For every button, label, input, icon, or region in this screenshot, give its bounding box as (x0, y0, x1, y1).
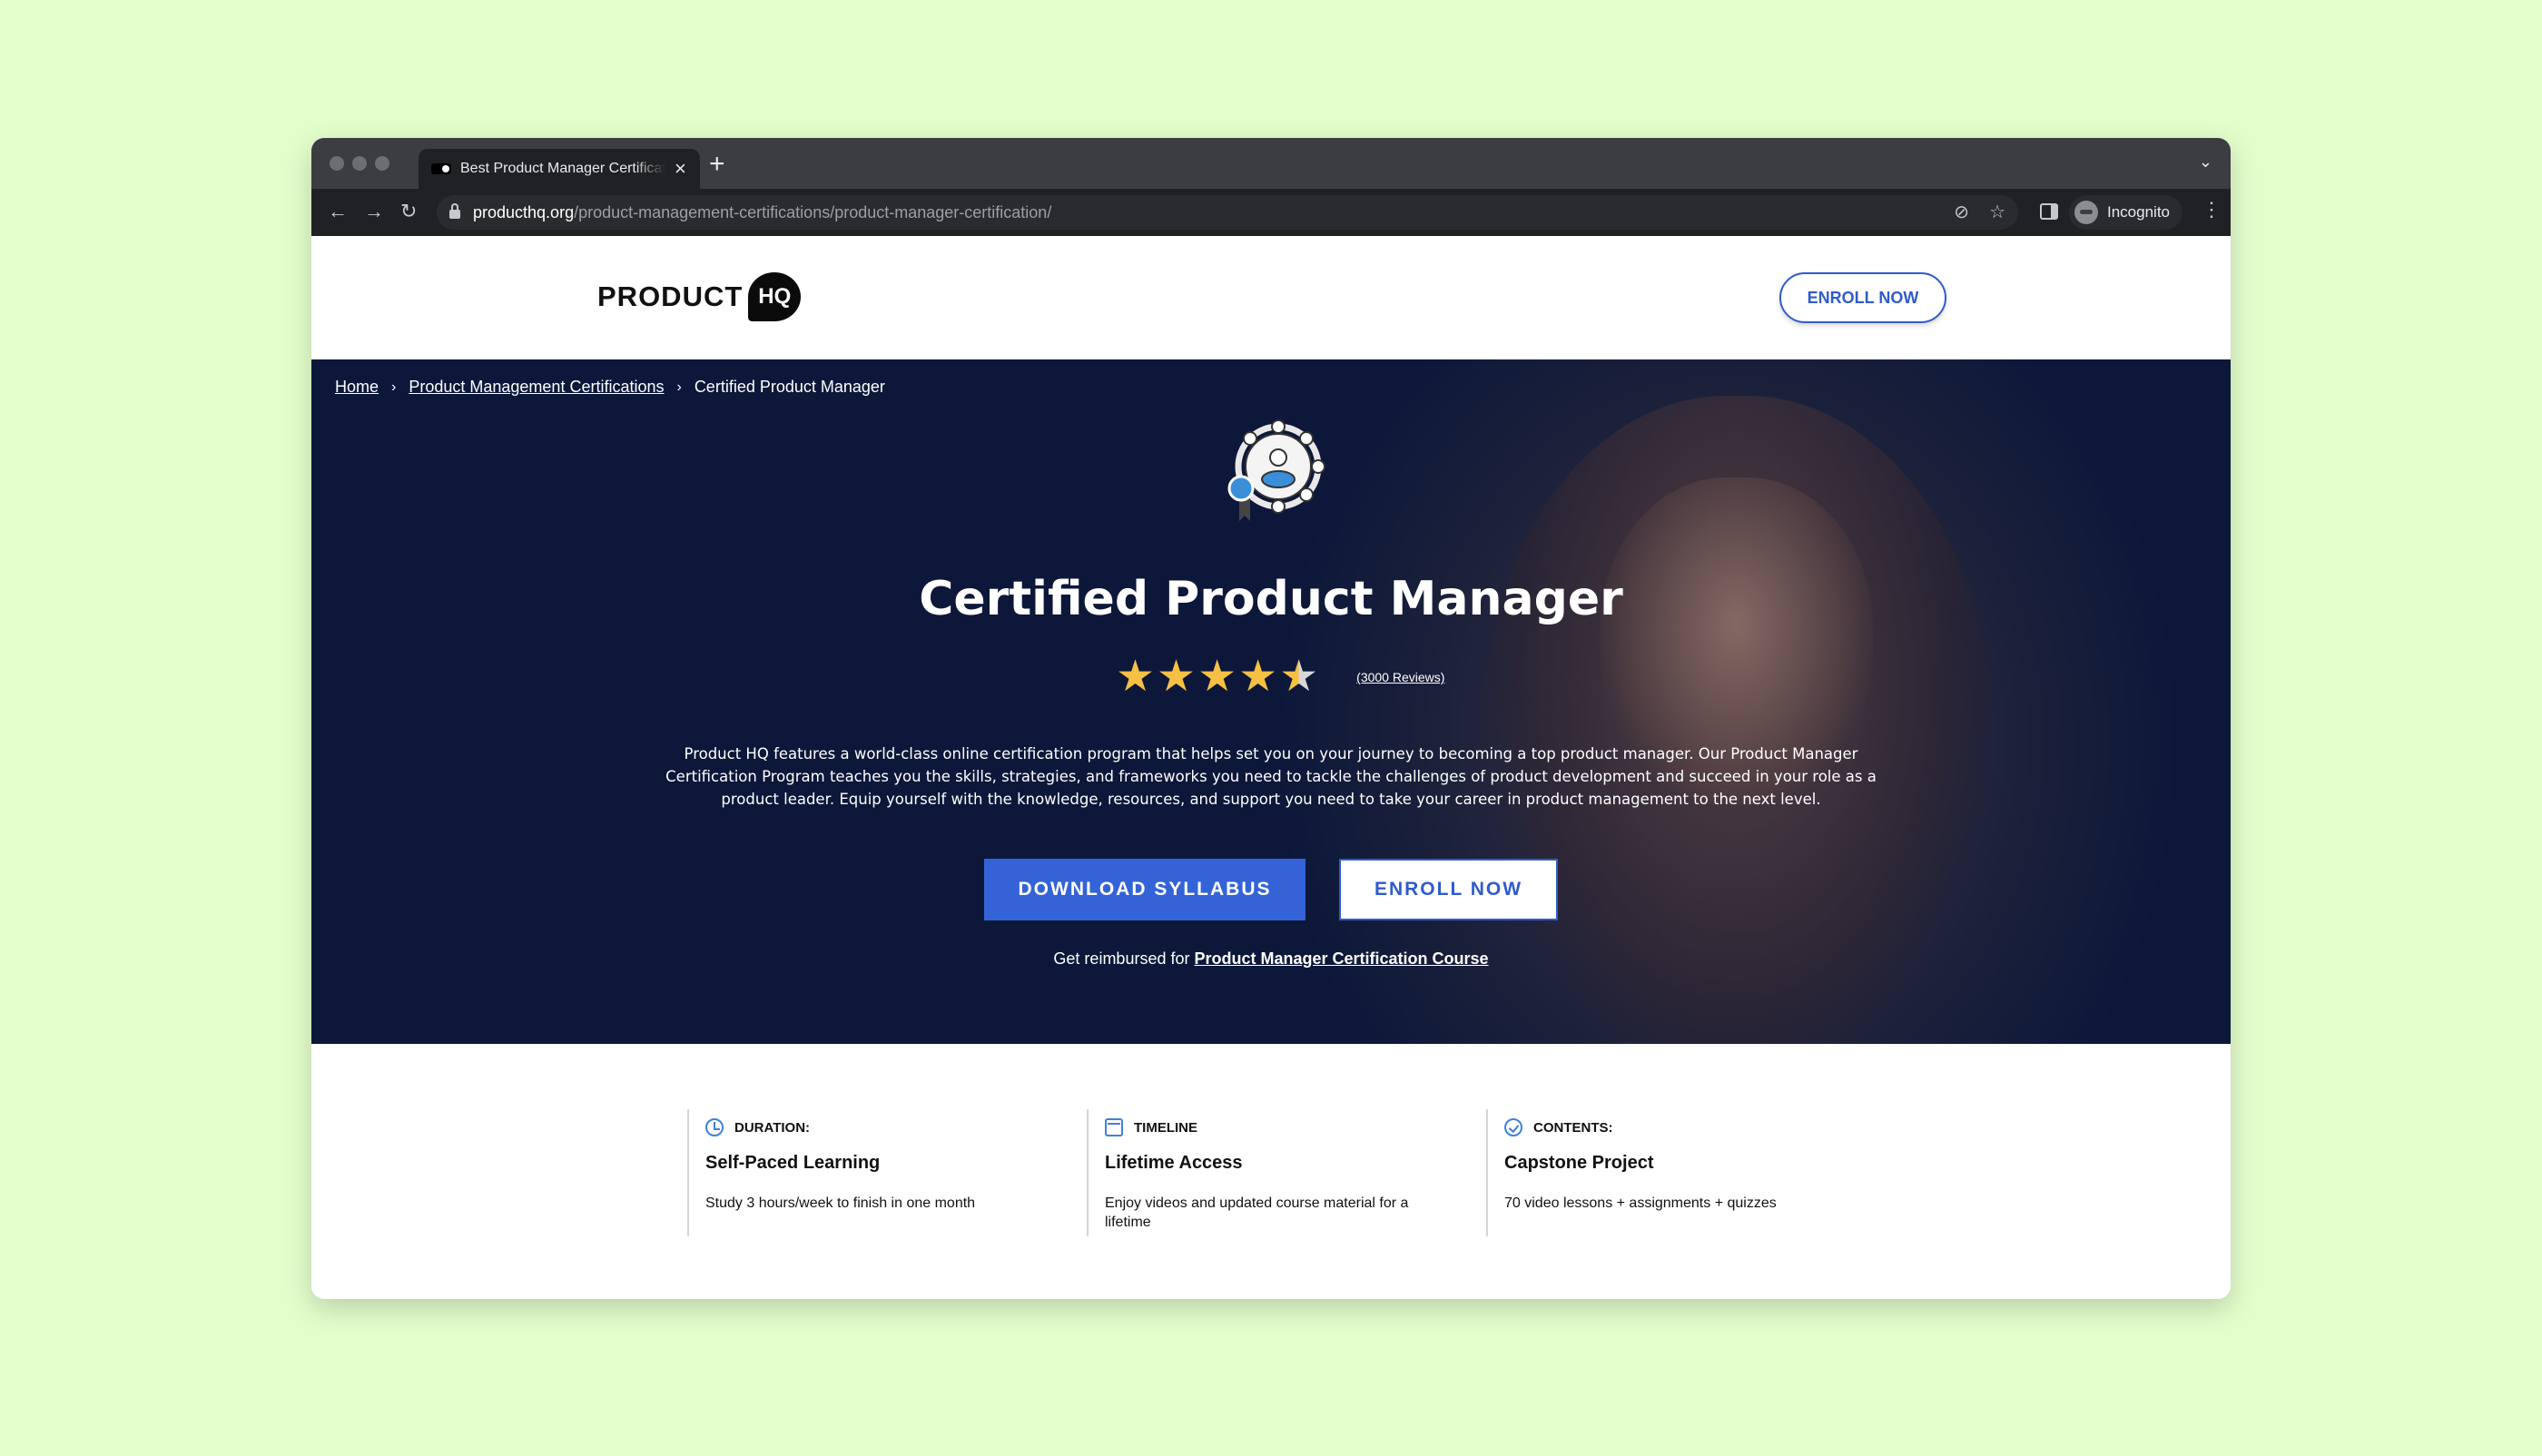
breadcrumb-separator: › (391, 379, 397, 395)
page-content: PRODUCT HQ ENROLL NOW Home › Product Man… (311, 236, 2231, 1299)
breadcrumb-current: Certified Product Manager (694, 378, 885, 396)
feature-description: Enjoy videos and updated course material… (1105, 1195, 1409, 1230)
profile-button[interactable]: Incognito (2069, 195, 2182, 230)
favicon-icon (431, 163, 451, 174)
star-icon: ★ (1238, 653, 1278, 701)
star-rating: ★ ★ ★ ★ ★ (3000 Reviews) (1116, 655, 1444, 699)
profile-label: Incognito (2107, 203, 2170, 221)
incognito-icon (2074, 201, 2098, 224)
feature-description: Study 3 hours/week to finish in one mont… (705, 1195, 976, 1211)
check-circle-icon (1504, 1118, 1522, 1136)
reviews-link[interactable]: (3000 Reviews) (1356, 670, 1444, 684)
back-button[interactable]: ← (328, 200, 348, 223)
breadcrumb: Home › Product Management Certifications… (335, 378, 885, 397)
reimbursement-note: Get reimbursed for Product Manager Certi… (311, 949, 2231, 969)
breadcrumb-home[interactable]: Home (335, 378, 379, 397)
calendar-icon (1105, 1118, 1123, 1136)
close-window-dot[interactable] (330, 156, 344, 171)
logo-text: PRODUCT (597, 280, 744, 312)
breadcrumb-separator: › (676, 379, 682, 395)
feature-title: Self-Paced Learning (705, 1153, 881, 1173)
tab-bar: Best Product Manager Certification × + ⌄ (311, 138, 2231, 189)
feature-heading: CONTENTS: (1533, 1119, 1613, 1136)
feature-heading: DURATION: (734, 1119, 811, 1136)
star-icon: ★ (1116, 653, 1156, 701)
address-bar[interactable]: producthq.org/product-management-certifi… (437, 195, 2018, 230)
feature-title: Lifetime Access (1105, 1153, 1243, 1173)
star-icon[interactable]: ☆ (1989, 201, 2005, 223)
certification-badge-icon (1227, 419, 1325, 521)
reimburse-prefix: Get reimbursed for (1053, 949, 1190, 968)
tab-search-icon[interactable]: ⌄ (2199, 152, 2212, 172)
browser-toolbar: ← → ↻ producthq.org/product-management-c… (311, 189, 2231, 236)
star-icon: ★ (1157, 653, 1197, 701)
clock-icon (705, 1118, 724, 1136)
maximize-window-dot[interactable] (375, 156, 389, 171)
download-syllabus-button[interactable]: DOWNLOAD SYLLABUS (984, 859, 1305, 920)
header-enroll-button[interactable]: ENROLL NOW (1779, 272, 1946, 323)
breadcrumb-certifications[interactable]: Product Management Certifications (409, 378, 664, 397)
hero-enroll-button[interactable]: ENROLL NOW (1339, 859, 1558, 920)
tab-title: Best Product Manager Certification (460, 161, 665, 176)
side-panel-icon[interactable] (2040, 203, 2058, 220)
logo-badge: HQ (748, 272, 802, 321)
url-text: producthq.org/product-management-certifi… (473, 202, 1052, 221)
eye-off-icon[interactable]: ⊘ (1954, 201, 1969, 223)
page-title: Certified Product Manager (919, 572, 1623, 626)
reimburse-link[interactable]: Product Manager Certification Course (1195, 949, 1489, 968)
tab-close-icon[interactable]: × (675, 159, 686, 179)
feature-title: Capstone Project (1504, 1153, 1654, 1173)
reload-button[interactable]: ↻ (400, 200, 417, 223)
feature-contents: CONTENTS: Capstone Project 70 video less… (1486, 1109, 1886, 1236)
browser-window: Best Product Manager Certification × + ⌄… (311, 138, 2231, 1299)
feature-description: 70 video lessons + assignments + quizzes (1504, 1195, 1777, 1211)
new-tab-button[interactable]: + (709, 149, 725, 180)
lock-icon[interactable] (449, 203, 460, 219)
course-features: DURATION: Self-Paced Learning Study 3 ho… (687, 1109, 1886, 1236)
feature-duration: DURATION: Self-Paced Learning Study 3 ho… (687, 1109, 1087, 1236)
hero-section: Home › Product Management Certifications… (311, 359, 2231, 1044)
site-logo[interactable]: PRODUCT HQ (597, 272, 802, 321)
minimize-window-dot[interactable] (352, 156, 367, 171)
feature-timeline: TIMELINE Lifetime Access Enjoy videos an… (1087, 1109, 1486, 1236)
feature-heading: TIMELINE (1134, 1119, 1197, 1136)
star-icon: ★ (1197, 653, 1237, 701)
tab-active[interactable]: Best Product Manager Certification × (419, 149, 700, 189)
forward-button[interactable]: → (364, 200, 384, 223)
site-header: PRODUCT HQ ENROLL NOW (311, 236, 2231, 359)
browser-menu-icon[interactable]: ⋮ (2202, 198, 2222, 221)
half-star-icon: ★ (1279, 653, 1319, 701)
hero-description: Product HQ features a world-class online… (665, 745, 1877, 808)
